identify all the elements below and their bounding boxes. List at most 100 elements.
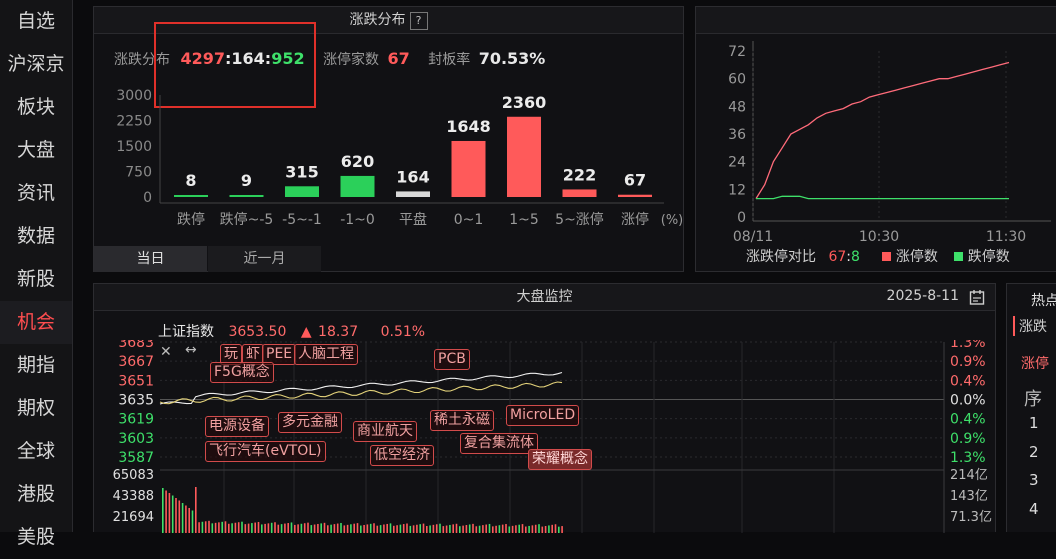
tab-today[interactable]: 当日 <box>94 246 207 272</box>
concept-tag[interactable]: 多元金融 <box>278 412 342 433</box>
calendar-icon[interactable] <box>969 289 985 305</box>
x-tick-label: 跌停~-5 <box>220 211 274 228</box>
bar[interactable] <box>451 140 486 197</box>
series-line <box>756 195 1009 200</box>
amount-tick-label: 143亿 <box>950 489 988 504</box>
volume-tick-label: 21694 <box>113 510 154 525</box>
concept-tag[interactable]: 稀土永磁 <box>430 410 494 431</box>
nav-item[interactable]: 全球 <box>0 430 72 473</box>
bar-value-label: 620 <box>341 152 374 171</box>
volume-tick-label: 65083 <box>113 468 154 483</box>
bar[interactable] <box>562 189 597 197</box>
hot-panel-subtab[interactable]: 涨停 <box>1021 353 1049 373</box>
volume-bar <box>274 522 276 533</box>
bar-value-label: 2360 <box>502 93 547 112</box>
bar[interactable] <box>396 191 430 197</box>
nav-item[interactable]: 沪深京 <box>0 43 72 86</box>
volume-bar <box>224 521 227 533</box>
concept-tag[interactable]: 荣耀概念 <box>528 449 592 470</box>
volume-bar <box>175 498 177 533</box>
bar[interactable] <box>507 116 541 197</box>
market-monitor-title-text: 大盘监控 <box>516 289 573 305</box>
volume-bar <box>198 522 200 533</box>
price-tick-label: 3587 <box>118 450 154 466</box>
bar-value-label: 1648 <box>446 117 491 136</box>
y-tick-label: 0 <box>143 190 152 206</box>
tab-month[interactable]: 近一月 <box>208 246 321 272</box>
volume-bar <box>492 526 494 533</box>
nav-item[interactable]: 数据 <box>0 215 72 258</box>
volume-bar <box>191 510 194 533</box>
list-item[interactable]: 1 <box>1029 414 1039 432</box>
nav-item[interactable]: 机会 <box>0 301 72 344</box>
concept-tag[interactable]: PCB <box>434 349 470 370</box>
index-info: 上证指数 3653.50 ▲ 18.37 0.51% <box>158 321 425 341</box>
unit-label: (%) <box>661 213 684 228</box>
bar[interactable] <box>340 175 375 197</box>
series-line <box>755 61 1010 199</box>
x-tick-label: 1~5 <box>509 212 539 228</box>
bar[interactable] <box>174 195 208 197</box>
x-tick-label: -1~0 <box>340 212 375 228</box>
nav-item[interactable]: 期权 <box>0 387 72 430</box>
volume-bar <box>204 521 207 533</box>
pct-tick-label: 1.3% <box>950 450 986 466</box>
volume-bar <box>221 521 223 533</box>
concept-tag[interactable]: 飞行汽车(eVTOL) <box>205 441 326 462</box>
index-value: 3653.50 <box>228 324 287 340</box>
concept-tag[interactable]: 复合集流体 <box>460 433 538 454</box>
y-tick-label: 60 <box>728 72 746 88</box>
nav-item[interactable]: 自选 <box>0 0 72 43</box>
volume-bar <box>168 493 171 533</box>
bar-value-label: 315 <box>285 162 318 181</box>
nav-item[interactable]: 美股 <box>0 516 72 559</box>
volume-bar <box>290 522 293 533</box>
x-tick-label: 平盘 <box>399 211 427 228</box>
volume-bar <box>270 522 273 533</box>
volume-bar <box>214 522 217 533</box>
amount-tick-label: 214亿 <box>950 468 988 483</box>
nav-item[interactable]: 期指 <box>0 344 72 387</box>
seal-rate-label: 封板率 <box>428 52 471 68</box>
y-tick-label: 1500 <box>116 139 152 155</box>
bar[interactable] <box>285 186 319 197</box>
legend-up-label: 涨停数 <box>895 249 938 265</box>
volume-bar <box>165 490 167 533</box>
monitor-date: 2025-8-11 <box>886 288 959 304</box>
bar[interactable] <box>229 195 264 197</box>
nav-item[interactable]: 新股 <box>0 258 72 301</box>
bar-value-label: 8 <box>185 171 196 190</box>
bar-value-label: 9 <box>241 171 252 190</box>
list-item[interactable]: 3 <box>1029 471 1039 489</box>
nav-item[interactable]: 板块 <box>0 86 72 129</box>
list-item[interactable]: 4 <box>1029 500 1039 518</box>
help-button[interactable]: ? <box>409 12 428 30</box>
y-tick-label: 2250 <box>116 114 152 130</box>
nav-item[interactable]: 资讯 <box>0 172 72 215</box>
concept-tag[interactable]: 低空经济 <box>370 445 434 466</box>
x-tick-label: -5~-1 <box>282 212 322 228</box>
nav-item[interactable]: 大盘 <box>0 129 72 172</box>
list-item[interactable]: 2 <box>1029 443 1039 461</box>
pct-tick-label: 1.3% <box>950 340 986 351</box>
pct-tick-label: 0.4% <box>950 373 986 389</box>
hot-panel: 热点 涨跌 涨停 序 1 2 3 4 <box>1006 283 1056 532</box>
compare-legend: 涨跌停对比 67:8 涨停数 跌停数 <box>746 246 1010 266</box>
concept-tag[interactable]: 人脑工程 <box>294 344 358 365</box>
seal-rate-value: 70.53% <box>478 49 546 68</box>
price-tick-label: 3603 <box>118 431 154 447</box>
concept-tag[interactable]: F5G概念 <box>210 362 274 383</box>
price-tick-label: 3635 <box>118 393 154 409</box>
price-tick-label: 3683 <box>118 340 154 351</box>
market-monitor-panel: 大盘监控 2025-8-11 上证指数 3653.50 ▲ 18.37 0.51… <box>93 283 996 533</box>
volume-bar <box>558 526 560 533</box>
y-tick-label: 72 <box>728 44 746 60</box>
x-tick-label: 10:30 <box>859 229 899 243</box>
pct-tick-label: 0.9% <box>950 431 986 447</box>
concept-tag[interactable]: 商业航天 <box>353 421 417 442</box>
hot-panel-tab[interactable]: 涨跌 <box>1013 316 1047 336</box>
bar[interactable] <box>618 194 652 197</box>
concept-tag[interactable]: MicroLED <box>506 405 580 426</box>
concept-tag[interactable]: 电源设备 <box>205 416 269 437</box>
nav-item[interactable]: 港股 <box>0 473 72 516</box>
